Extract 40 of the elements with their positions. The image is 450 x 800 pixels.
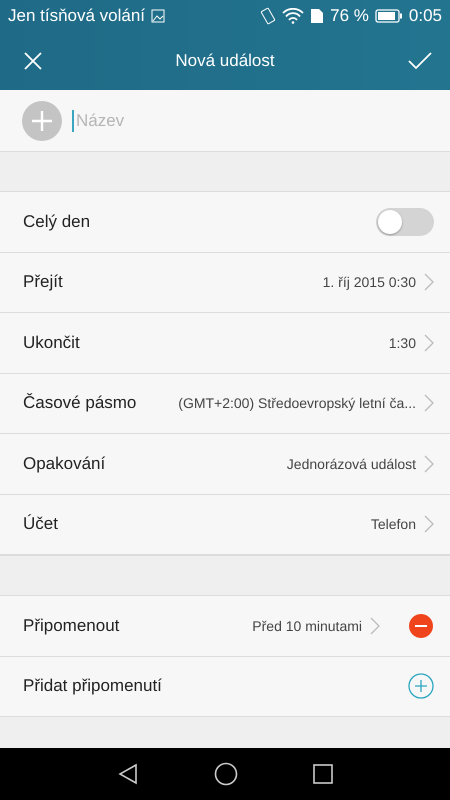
chevron-icon	[424, 515, 434, 534]
row-value: Telefon	[370, 516, 416, 532]
title-field[interactable]: Název	[72, 110, 428, 132]
chevron-icon	[370, 616, 380, 635]
row-label: Účet	[23, 514, 58, 534]
setting-row[interactable]: Ukončit 1:30	[0, 313, 450, 374]
setting-row[interactable]: Časové pásmo (GMT+2:00) Středoevropský letní ča...	[0, 374, 450, 434]
row-label: Opakování	[23, 454, 106, 474]
row-value: Jednorázová událost	[286, 456, 416, 472]
setting-row[interactable]: Přejít 1. říj 2015 0:30	[0, 252, 450, 313]
row-label: Přejít	[23, 272, 63, 292]
chevron-icon	[424, 454, 434, 473]
row-value: (GMT+2:00) Středoevropský letní ča...	[178, 395, 416, 412]
row-value: 1:30	[388, 334, 416, 351]
screen-title: Nová událost	[174, 51, 276, 71]
row-value: 1. říj 2015 0:30	[322, 274, 416, 290]
remove-icon[interactable]	[408, 612, 434, 639]
wifi-icon	[282, 8, 304, 24]
row-value: Před 10 minutami	[252, 618, 362, 634]
toggle-switch[interactable]	[376, 208, 434, 236]
battery-icon	[374, 9, 403, 23]
setting-row[interactable]: Opakování Jednorázová událost	[0, 434, 450, 494]
carrier-text: Jen tísňová volání	[8, 6, 146, 26]
chevron-icon	[424, 394, 434, 412]
recents-icon[interactable]	[312, 764, 333, 784]
row-label: Přidat připomenutí	[23, 676, 162, 696]
sim-icon	[310, 8, 324, 24]
clock-text: 0:05	[408, 6, 442, 26]
add-icon[interactable]	[408, 673, 434, 700]
chevron-icon	[424, 334, 434, 352]
chevron-icon	[424, 273, 434, 292]
battery-text: 76 %	[330, 6, 369, 26]
row-label: Celý den	[23, 212, 90, 232]
home-icon[interactable]	[214, 762, 238, 786]
row-label: Ukončit	[23, 332, 80, 353]
image-icon	[151, 9, 166, 23]
row-label: Připomenout	[23, 616, 120, 636]
back-icon[interactable]	[117, 763, 140, 785]
row-label: Časové pásmo	[23, 393, 136, 414]
setting-row[interactable]: Připomenout Před 10 minutami	[0, 596, 450, 656]
